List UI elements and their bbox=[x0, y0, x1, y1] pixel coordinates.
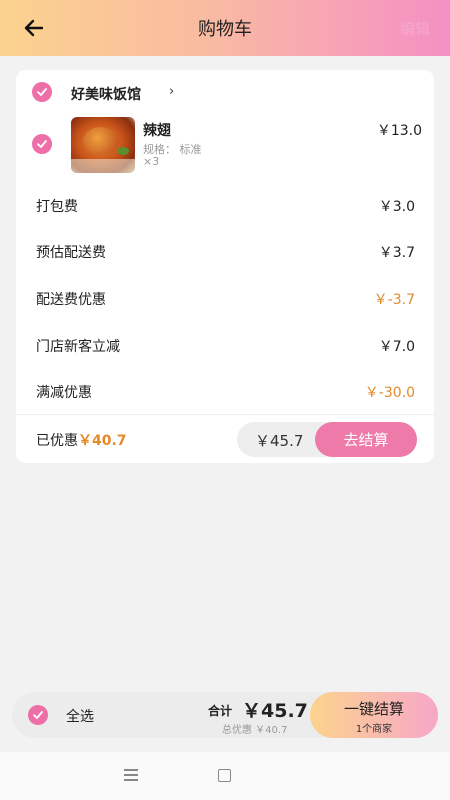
item-price: ￥13.0 bbox=[376, 123, 422, 139]
fee-row-packing: 打包费 ￥3.0 bbox=[36, 194, 415, 218]
shop-checkout-button[interactable]: 去结算 bbox=[315, 422, 417, 457]
page-title: 购物车 bbox=[198, 19, 252, 40]
total-discount: 总优惠 ￥40.7 bbox=[222, 725, 288, 736]
checkout-sub-label: 1个商家 bbox=[355, 724, 393, 735]
fee-value: ￥-3.7 bbox=[373, 292, 415, 308]
select-all-label[interactable]: 全选 bbox=[66, 706, 94, 726]
item-check-icon[interactable] bbox=[32, 134, 52, 154]
fee-label: 预估配送费 bbox=[36, 245, 106, 261]
saved-amount: ￥40.7 bbox=[78, 433, 127, 449]
fee-label: 配送费优惠 bbox=[36, 292, 106, 308]
checkout-label: 一键结算 bbox=[343, 700, 404, 718]
fee-value: ￥7.0 bbox=[378, 339, 415, 355]
food-image[interactable] bbox=[71, 117, 135, 173]
menu-icon[interactable] bbox=[124, 769, 138, 781]
fee-row-delivery-discount: 配送费优惠 ￥-3.7 bbox=[36, 287, 415, 311]
fee-row-new-customer: 门店新客立减 ￥7.0 bbox=[36, 334, 415, 358]
fee-value: ￥3.0 bbox=[378, 199, 415, 215]
shop-check-icon[interactable] bbox=[32, 82, 52, 102]
sum-value: ￥45.7 bbox=[242, 700, 308, 722]
edit-button[interactable]: 编辑 bbox=[400, 18, 430, 39]
shop-name[interactable]: 好美味饭馆 bbox=[71, 84, 141, 104]
fee-value: ￥-30.0 bbox=[364, 385, 415, 401]
fee-label: 门店新客立减 bbox=[36, 339, 120, 355]
fee-label: 满减优惠 bbox=[36, 385, 92, 401]
chevron-right-icon[interactable]: › bbox=[169, 84, 174, 99]
saved-summary: 已优惠￥40.7 bbox=[36, 430, 127, 450]
item-name: 辣翅 bbox=[143, 123, 171, 139]
cart-card: 好美味饭馆 › 辣翅 规格： 标准 ×3 ￥13.0 打包费 ￥3.0 预估配送… bbox=[16, 70, 434, 463]
bottom-checkout-bar: 全选 合计 ￥45.7 总优惠 ￥40.7 一键结算 1个商家 bbox=[12, 692, 438, 738]
saved-label: 已优惠 bbox=[36, 433, 78, 449]
back-arrow-icon[interactable] bbox=[20, 14, 48, 42]
fee-value: ￥3.7 bbox=[378, 245, 415, 261]
shop-total: ￥45.7 bbox=[255, 432, 304, 450]
select-all-check-icon[interactable] bbox=[28, 705, 48, 725]
system-nav-bar bbox=[0, 752, 450, 800]
home-icon[interactable] bbox=[218, 769, 231, 782]
top-bar: 购物车 编辑 bbox=[0, 0, 450, 56]
shop-pay-bar: ￥45.7 去结算 bbox=[237, 422, 417, 457]
checkout-all-button[interactable]: 一键结算 1个商家 bbox=[310, 692, 438, 738]
sum-label: 合计 bbox=[208, 704, 233, 718]
fee-row-delivery: 预估配送费 ￥3.7 bbox=[36, 240, 415, 264]
fee-label: 打包费 bbox=[36, 199, 78, 215]
item-quantity: ×3 bbox=[143, 155, 160, 168]
divider bbox=[16, 414, 434, 415]
fee-row-full-reduction: 满减优惠 ￥-30.0 bbox=[36, 380, 415, 404]
